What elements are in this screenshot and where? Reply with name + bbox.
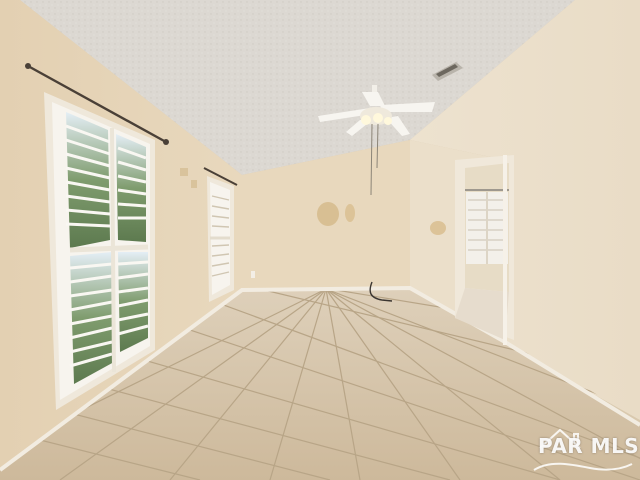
window-left-small [207,176,234,302]
wall-patch [317,202,339,226]
wall-outlet [251,271,255,278]
doorway [455,155,514,345]
watermark-text: PAR MLS [538,434,640,458]
room-illustration [0,0,640,480]
room-photo: PAR MLS [0,0,640,480]
watermark-logo: PAR MLS [530,420,639,476]
